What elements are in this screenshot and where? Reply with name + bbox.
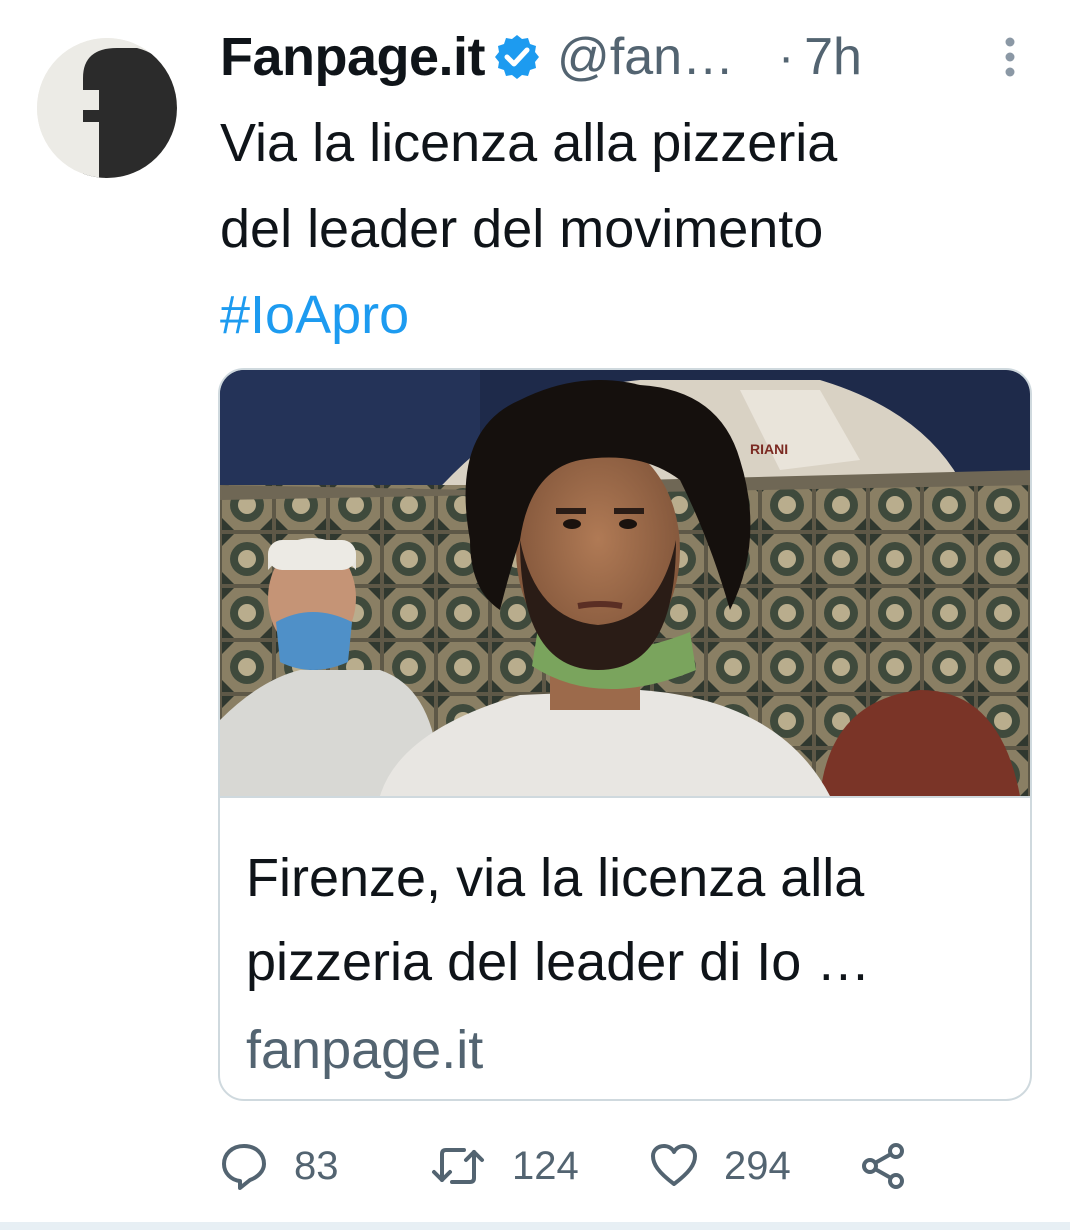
reply-icon [218,1140,270,1192]
tweet-text: Via la licenza alla pizzeria del leader … [220,100,1020,358]
divider [0,1222,1070,1230]
card-title-line: Firenze, via la licenza alla [246,848,865,908]
card-title[interactable]: Firenze, via la licenza alla pizzeria de… [246,836,1006,1004]
retweet-icon [428,1140,488,1192]
card-image: RIANI [220,370,1030,796]
card-title-line: pizzeria del leader di Io … [246,932,871,992]
card-domain[interactable]: fanpage.it [246,1008,483,1092]
link-preview-card[interactable]: RIANI Firenze, via la licenza alla pizze… [218,368,1032,1101]
reply-button[interactable]: 83 [218,1130,339,1202]
heart-icon [648,1140,700,1192]
verified-badge-icon [493,33,541,81]
tweet-time[interactable]: 7h [804,27,862,87]
separator-dot: · [778,30,795,84]
reply-count: 83 [294,1143,339,1188]
tweet-actions: 83 124 294 [218,1130,978,1202]
tweet-text-line: Via la licenza alla pizzeria [220,113,838,173]
avatar[interactable] [37,38,177,178]
retweet-button[interactable]: 124 [428,1130,579,1202]
share-icon [858,1140,910,1192]
display-name[interactable]: Fanpage.it [220,26,486,88]
fanpage-logo-icon [37,38,177,178]
hashtag-link[interactable]: #IoApro [220,272,1020,358]
more-vertical-icon[interactable] [1000,36,1020,80]
like-button[interactable]: 294 [648,1130,791,1202]
card-image-sign-text: RIANI [750,441,788,457]
tweet-header: Fanpage.it @fan… · 7h [220,22,1040,92]
share-button[interactable] [858,1130,910,1202]
user-handle[interactable]: @fan… [557,27,734,87]
tweet-text-line: del leader del movimento [220,199,824,259]
retweet-count: 124 [512,1143,579,1188]
like-count: 294 [724,1143,791,1188]
card-body: Firenze, via la licenza alla pizzeria de… [220,796,1030,1080]
